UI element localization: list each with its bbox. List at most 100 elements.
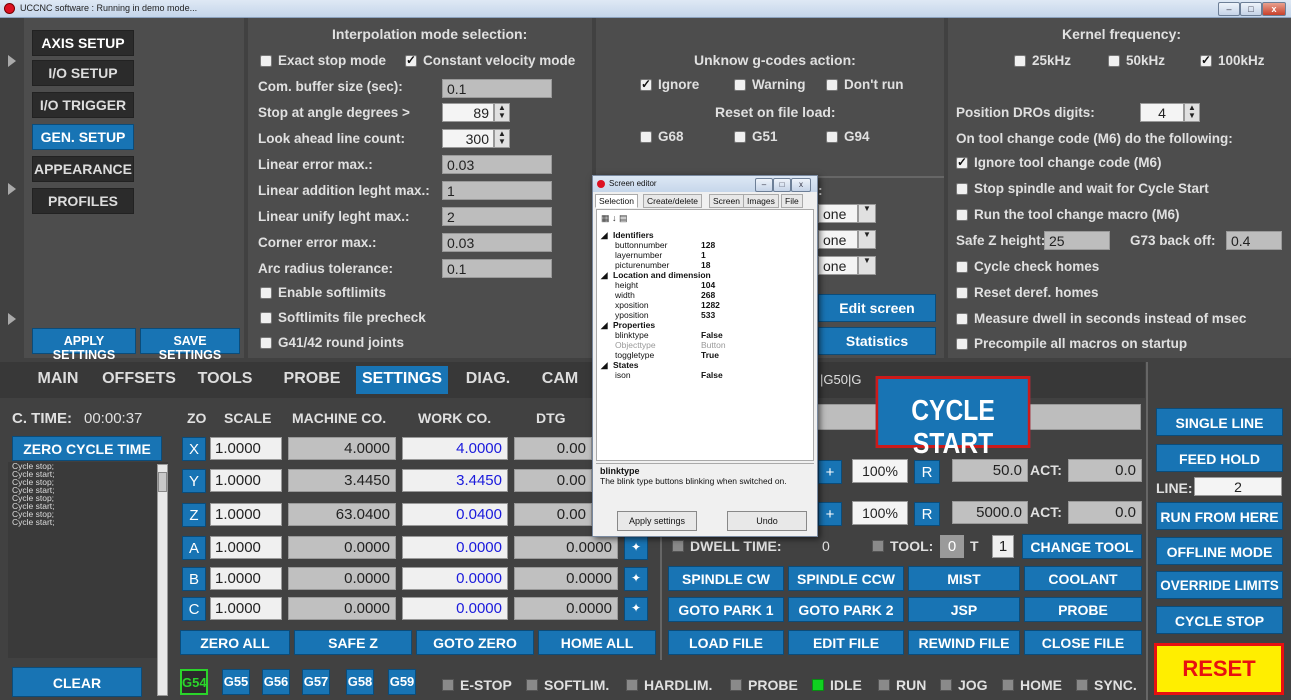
maximize-button[interactable]: □ [1240,2,1262,16]
axis-x-button[interactable]: X [182,437,206,461]
edit-file-button[interactable]: EDIT FILE [788,630,904,655]
stop-angle-spinner[interactable]: ▲ ▼ [494,103,510,122]
tab-diag[interactable]: DIAG. [448,366,528,394]
profiles-button[interactable]: PROFILES [32,188,134,214]
tab-cam[interactable]: CAM [528,366,592,394]
editor-tab-create-delete[interactable]: Create/delete [643,194,703,208]
override-limits-button[interactable]: OVERRIDE LIMITS [1156,571,1283,599]
linear-unify-field[interactable]: 2 [442,207,552,226]
editor-tab-screen[interactable]: Screen [709,194,744,208]
feed-override[interactable]: 100% [852,459,908,483]
g57-button[interactable]: G57 [302,669,330,695]
g73-field[interactable]: 0.4 [1226,231,1282,250]
editor-tab-selection[interactable]: Selection [595,194,638,208]
expand-arrow-icon[interactable] [8,55,16,67]
axis-a-button[interactable]: A [182,536,206,560]
axis-b-button[interactable]: B [182,567,206,591]
dropdown-1[interactable]: one [818,204,858,223]
change-tool-button[interactable]: CHANGE TOOL [1022,534,1142,559]
log-scrollbar[interactable] [157,464,168,696]
mist-button[interactable]: MIST [908,566,1020,591]
feed-plus-button[interactable]: + [818,460,842,484]
feed-hold-button[interactable]: FEED HOLD [1156,444,1283,472]
minimize-button[interactable]: – [1218,2,1240,16]
const-velocity-checkbox[interactable] [405,53,417,67]
save-settings-button[interactable]: SAVE SETTINGS [140,328,240,362]
reset-button[interactable]: RESET [1154,643,1284,695]
g55-button[interactable]: G55 [222,669,250,695]
goto-park2-button[interactable]: GOTO PARK 2 [788,597,904,622]
ignore-m6-checkbox[interactable] [956,155,968,169]
gear-icon[interactable]: ✦ [624,536,648,560]
dro-digits-spinner[interactable]: ▲ ▼ [1184,103,1200,122]
g59-button[interactable]: G59 [388,669,416,695]
buffer-field[interactable]: 0.1 [442,79,552,98]
dialog-close-button[interactable]: x [791,178,811,192]
work-z[interactable]: 0.0400 [402,503,508,526]
edit-screen-button[interactable]: Edit screen [818,294,936,322]
editor-tab-images[interactable]: Images [743,194,779,208]
tab-tools[interactable]: TOOLS [180,366,270,394]
appearance-button[interactable]: APPEARANCE [32,156,134,182]
warning-checkbox[interactable] [734,79,746,91]
g94-checkbox[interactable] [826,131,838,143]
home-all-button[interactable]: HOME ALL [538,630,656,655]
scale-x[interactable]: 1.0000 [210,437,282,460]
g68-checkbox[interactable] [640,131,652,143]
axis-setup-button[interactable]: AXIS SETUP [32,30,134,56]
stop-angle-field[interactable]: 89 [442,103,494,122]
clear-button[interactable]: CLEAR [12,667,142,697]
spindle-value[interactable]: 5000.0 [952,501,1028,524]
precompile-checkbox[interactable] [956,338,968,350]
io-trigger-button[interactable]: I/O TRIGGER [32,92,134,118]
property-row[interactable]: ison False [601,370,805,381]
single-line-button[interactable]: SINGLE LINE [1156,408,1283,436]
dialog-minimize-button[interactable]: – [755,178,773,192]
zero-cycle-time-button[interactable]: ZERO CYCLE TIME [12,436,162,461]
dro-digits-field[interactable]: 4 [1140,103,1184,122]
safez-field[interactable]: 25 [1044,231,1110,250]
exact-stop-checkbox[interactable] [260,55,272,67]
arc-tolerance-field[interactable]: 0.1 [442,259,552,278]
close-button[interactable]: x [1262,2,1286,16]
scale-b[interactable]: 1.0000 [210,567,282,590]
f25-checkbox[interactable] [1014,55,1026,67]
cycle-stop-button[interactable]: CYCLE STOP [1156,606,1283,634]
chevron-down-icon[interactable]: ▼ [858,230,876,249]
work-x[interactable]: 4.0000 [402,437,508,460]
scale-c[interactable]: 1.0000 [210,597,282,620]
g51-checkbox[interactable] [734,131,746,143]
offline-mode-button[interactable]: OFFLINE MODE [1156,537,1283,565]
statistics-button[interactable]: Statistics [818,327,936,355]
scrollbar-thumb[interactable] [158,472,167,492]
f100-checkbox[interactable] [1200,53,1212,67]
io-setup-button[interactable]: I/O SETUP [32,60,134,86]
f50-checkbox[interactable] [1108,55,1120,67]
axis-c-button[interactable]: C [182,597,206,621]
tab-probe[interactable]: PROBE [272,366,352,394]
cycle-check-checkbox[interactable] [956,261,968,273]
tab-offsets[interactable]: OFFSETS [98,366,180,394]
expand-arrow-icon[interactable] [8,313,16,325]
goto-zero-button[interactable]: GOTO ZERO [416,630,534,655]
g56-button[interactable]: G56 [262,669,290,695]
editor-tab-file[interactable]: File [781,194,803,208]
spindle-plus-button[interactable]: + [818,502,842,526]
run-from-here-button[interactable]: RUN FROM HERE [1156,502,1283,530]
work-y[interactable]: 3.4450 [402,469,508,492]
ignore-checkbox[interactable] [640,77,652,91]
corner-error-field[interactable]: 0.03 [442,233,552,252]
safe-z-button[interactable]: SAFE Z [294,630,412,655]
apply-settings-button[interactable]: APPLY SETTINGS [32,328,136,362]
scale-y[interactable]: 1.0000 [210,469,282,492]
gear-icon[interactable]: ✦ [624,597,648,621]
softlimits-precheck-checkbox[interactable] [260,312,272,324]
run-macro-checkbox[interactable] [956,209,968,221]
close-file-button[interactable]: CLOSE FILE [1024,630,1142,655]
cycle-start-button[interactable]: CYCLE START [875,376,1031,460]
work-a[interactable]: 0.0000 [402,536,508,559]
scale-a[interactable]: 1.0000 [210,536,282,559]
lookahead-spinner[interactable]: ▲ ▼ [494,129,510,148]
probe-button[interactable]: PROBE [1024,597,1142,622]
expand-arrow-icon[interactable] [8,183,16,195]
